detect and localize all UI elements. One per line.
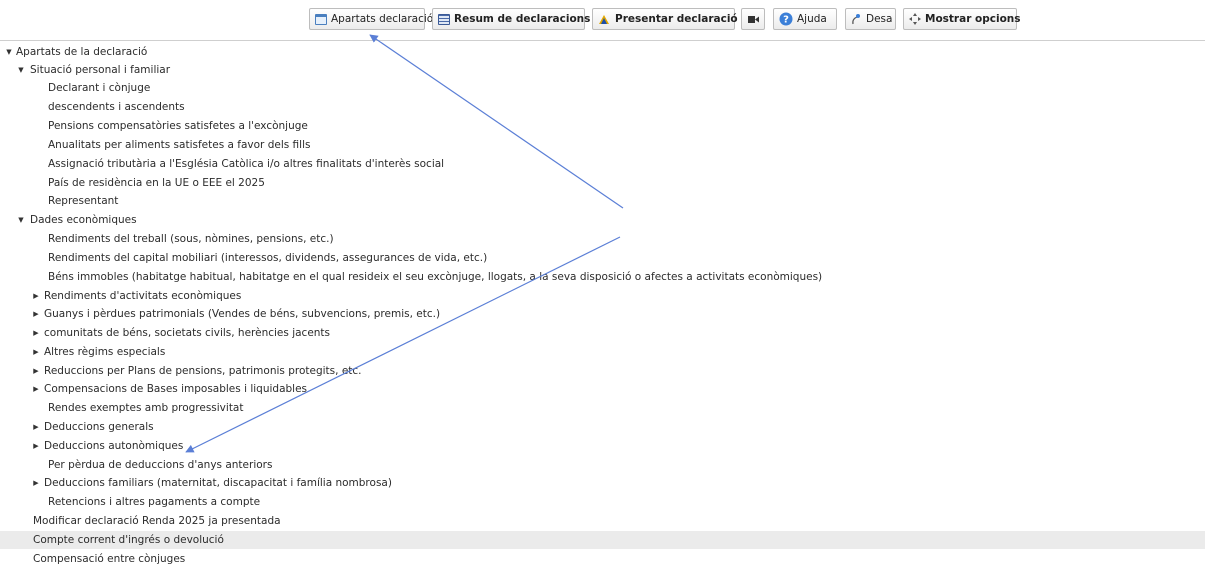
caret-right-icon: ▶ <box>33 329 39 337</box>
tree-item-modificar[interactable]: Modificar declaració Renda 2025 ja prese… <box>0 512 1205 530</box>
tree-item[interactable]: Assignació tributària a l'Església Catòl… <box>0 155 1205 173</box>
tree-item[interactable]: Declarant i cònjuge <box>0 79 1205 97</box>
caret-right-icon: ▶ <box>33 442 39 450</box>
caret-down-icon: ▼ <box>6 48 12 56</box>
tree-item[interactable]: descendents i ascendents <box>0 98 1205 116</box>
resum-declaracions-button[interactable]: Resum de declaracions <box>432 8 590 30</box>
tree-root[interactable]: ▼ Apartats de la declaració <box>0 43 1205 61</box>
tree-item[interactable]: Rendiments del treball (sous, nòmines, p… <box>0 230 1205 248</box>
help-icon: ? <box>779 12 793 26</box>
tree-item[interactable]: ▶ Compensacions de Bases imposables i li… <box>0 380 1205 398</box>
tree-item[interactable]: País de residència en la UE o EEE el 202… <box>0 174 1205 192</box>
tree-item[interactable]: Béns immobles (habitatge habitual, habit… <box>0 268 1205 286</box>
mostrar-opcions-button[interactable]: Mostrar opcions <box>903 8 1021 30</box>
tree-item[interactable]: ▶ Reduccions per Plans de pensions, patr… <box>0 362 1205 380</box>
video-icon <box>747 15 759 24</box>
tree-item[interactable]: ▶ Deduccions autonòmiques <box>0 437 1205 455</box>
caret-right-icon: ▶ <box>33 385 39 393</box>
toolbar: Apartats declaració Resum de declaracion… <box>0 0 1205 41</box>
tree-item[interactable]: ▶ Altres règims especials <box>0 343 1205 361</box>
tree-item-compte-corrent[interactable]: Compte corrent d'ingrés o devolució <box>0 531 1205 549</box>
tree-item[interactable]: ▶ Rendiments d'activitats econòmiques <box>0 287 1205 305</box>
submit-icon <box>598 13 611 25</box>
tree-item[interactable]: ▶ Deduccions generals <box>0 418 1205 436</box>
caret-down-icon: ▼ <box>18 66 24 74</box>
apartats-declaracio-button[interactable]: Apartats declaració <box>309 8 433 30</box>
tree-item[interactable]: Representant <box>0 192 1205 210</box>
caret-down-icon: ▼ <box>18 216 24 224</box>
caret-right-icon: ▶ <box>33 479 39 487</box>
tree-item[interactable]: Rendes exemptes amb progressivitat <box>0 399 1205 417</box>
tree-item[interactable]: ▶ Deduccions familiars (maternitat, disc… <box>0 474 1205 492</box>
tree-item[interactable]: Rendiments del capital mobiliari (intere… <box>0 249 1205 267</box>
tree-item[interactable]: Pensions compensatòries satisfetes a l'e… <box>0 117 1205 135</box>
tree-node-situacio[interactable]: ▼ Situació personal i familiar <box>0 61 1205 79</box>
svg-text:?: ? <box>783 15 789 26</box>
video-icon-button[interactable] <box>741 8 765 30</box>
tree-item[interactable]: Per pèrdua de deduccions d'anys anterior… <box>0 456 1205 474</box>
caret-right-icon: ▶ <box>33 310 39 318</box>
caret-right-icon: ▶ <box>33 367 39 375</box>
tree-item[interactable]: Anualitats per aliments satisfetes a fav… <box>0 136 1205 154</box>
tree-item[interactable]: ▶ Guanys i pèrdues patrimonials (Vendes … <box>0 305 1205 323</box>
ajuda-button[interactable]: ? Ajuda <box>773 8 837 30</box>
caret-right-icon: ▶ <box>33 423 39 431</box>
presentar-declaracio-button[interactable]: Presentar declaració <box>592 8 738 30</box>
caret-right-icon: ▶ <box>33 292 39 300</box>
table-icon <box>438 13 450 25</box>
caret-right-icon: ▶ <box>33 348 39 356</box>
desa-button[interactable]: Desa <box>845 8 896 30</box>
options-icon <box>909 13 921 25</box>
tree-item-compensacio[interactable]: Compensació entre cònjuges <box>0 550 1205 568</box>
save-icon <box>851 13 862 25</box>
tree-item[interactable]: ▶ comunitats de béns, societats civils, … <box>0 324 1205 342</box>
tree-node-dades[interactable]: ▼ Dades econòmiques <box>0 211 1205 229</box>
form-icon <box>315 13 327 25</box>
tree-item[interactable]: Retencions i altres pagaments a compte <box>0 493 1205 511</box>
